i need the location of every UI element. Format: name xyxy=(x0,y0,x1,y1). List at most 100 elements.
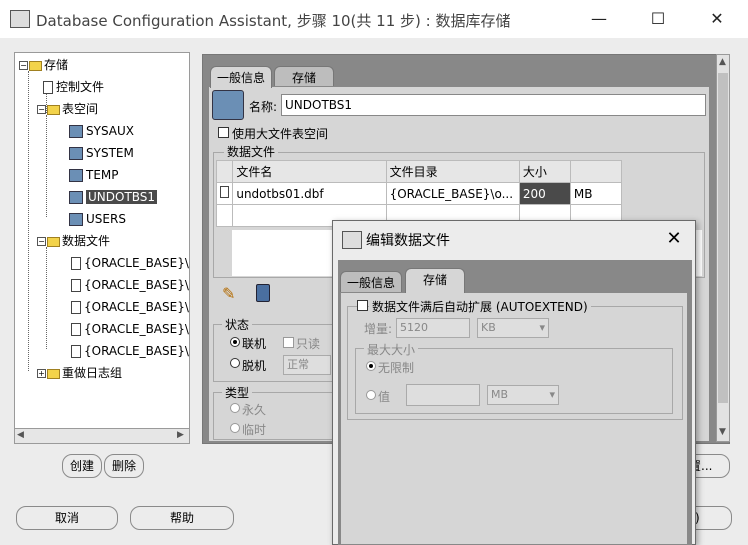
column-header-unit[interactable] xyxy=(569,160,623,183)
cell-filename[interactable]: undotbs01.dbf xyxy=(232,182,387,205)
value-radio[interactable] xyxy=(366,390,376,400)
column-header-filename[interactable]: 文件名 xyxy=(232,160,387,183)
tree-node-control-files[interactable]: 控制文件 xyxy=(43,77,104,97)
folder-icon xyxy=(47,368,60,379)
cancel-button[interactable]: 取消 xyxy=(16,506,118,530)
increment-unit-select[interactable]: KB xyxy=(477,318,549,338)
folder-icon xyxy=(47,104,60,115)
folder-icon xyxy=(47,236,60,247)
collapse-icon[interactable]: − xyxy=(37,237,46,246)
row-header xyxy=(215,182,234,205)
dialog-tab-general[interactable]: 一般信息 xyxy=(340,271,402,293)
maxsize-label: 最大大小 xyxy=(364,341,419,358)
tree-node-datafile[interactable]: {ORACLE_BASE}\o xyxy=(71,319,189,339)
cell-directory[interactable]: {ORACLE_BASE}\o... xyxy=(385,182,520,205)
delete-button[interactable]: 删除 xyxy=(104,454,144,478)
tree-node-datafile[interactable]: {ORACLE_BASE}\o xyxy=(71,275,189,295)
document-icon xyxy=(71,323,81,336)
tree-node-tablespace[interactable]: USERS xyxy=(69,209,126,229)
name-input[interactable]: UNDOTBS1 xyxy=(281,94,706,116)
tablespace-icon xyxy=(69,213,83,226)
minimize-button[interactable]: — xyxy=(584,8,614,30)
dialog-title: 编辑数据文件 xyxy=(366,233,450,249)
autoextend-checkbox[interactable] xyxy=(357,300,368,311)
create-button[interactable]: 创建 xyxy=(62,454,102,478)
tree-node-storage[interactable]: − 存储 xyxy=(19,55,68,75)
document-icon xyxy=(71,345,81,358)
maxsize-unit-select[interactable]: MB xyxy=(487,385,559,405)
bigfile-label: 使用大文件表空间 xyxy=(232,127,329,141)
folder-icon xyxy=(29,60,42,71)
name-label: 名称: xyxy=(249,100,278,114)
tree-horizontal-scrollbar[interactable]: ◀ ▶ xyxy=(14,428,190,444)
tree-node-tablespace[interactable]: SYSAUX xyxy=(69,121,134,141)
tree-node-datafile[interactable]: {ORACLE_BASE}\o xyxy=(71,253,189,273)
online-radio[interactable] xyxy=(230,337,240,347)
online-label: 联机 xyxy=(242,337,267,351)
tab-storage[interactable]: 存储 xyxy=(274,66,334,88)
cell-size[interactable]: 200 xyxy=(518,182,571,205)
tree-node-datafiles[interactable]: − 数据文件 xyxy=(37,231,110,251)
autoextend-label: 数据文件满后自动扩展 (AUTOEXTEND) xyxy=(369,298,591,315)
tablespace-icon xyxy=(69,147,83,160)
tablespace-icon xyxy=(69,169,83,182)
dialog-close-button[interactable]: ✕ xyxy=(664,228,684,249)
tablespace-large-icon xyxy=(212,90,244,120)
dialog-app-icon xyxy=(342,231,362,249)
tree-node-tablespaces[interactable]: − 表空间 xyxy=(37,99,98,119)
document-icon xyxy=(71,301,81,314)
datafile-section-label: 数据文件 xyxy=(224,143,279,160)
column-header-directory[interactable]: 文件目录 xyxy=(385,160,520,183)
increment-label: 增量: xyxy=(364,322,393,336)
datafile-table[interactable]: 文件名 文件目录 大小 undotbs01.dbf {ORACLE_BASE}\… xyxy=(215,160,623,227)
scroll-down-icon[interactable]: ▼ xyxy=(719,427,726,437)
scroll-left-icon[interactable]: ◀ xyxy=(17,430,24,440)
tree-node-datafile[interactable]: {ORACLE_BASE}\o xyxy=(71,297,189,317)
tree-node-tablespace-selected[interactable]: UNDOTBS1 xyxy=(69,187,158,207)
bigfile-checkbox[interactable] xyxy=(218,127,229,138)
document-icon xyxy=(220,186,229,198)
increment-input[interactable]: 5120 xyxy=(396,318,470,338)
maxsize-value-input[interactable] xyxy=(406,384,480,406)
offline-mode-select[interactable]: 正常 xyxy=(283,355,331,375)
temporary-label: 临时 xyxy=(242,423,267,437)
document-icon xyxy=(43,81,53,94)
scroll-thumb[interactable] xyxy=(718,73,728,403)
trash-icon[interactable] xyxy=(256,284,270,302)
unlimited-label: 无限制 xyxy=(378,361,415,375)
maximize-button[interactable]: ☐ xyxy=(643,8,673,30)
cell-unit[interactable]: MB xyxy=(569,182,623,205)
window-title: Database Configuration Assistant, 步骤 10(… xyxy=(36,12,511,30)
readonly-label: 只读 xyxy=(296,337,321,351)
expand-icon[interactable]: + xyxy=(37,369,46,378)
dialog-tab-storage[interactable]: 存储 xyxy=(405,268,465,293)
permanent-radio[interactable] xyxy=(230,403,240,413)
pencil-icon[interactable]: ✎ xyxy=(222,284,235,303)
offline-radio[interactable] xyxy=(230,358,240,368)
status-label: 状态 xyxy=(222,316,253,333)
temporary-radio[interactable] xyxy=(230,423,240,433)
scroll-up-icon[interactable]: ▲ xyxy=(719,57,726,67)
panel-vertical-scrollbar[interactable]: ▲ ▼ xyxy=(716,54,730,442)
help-button[interactable]: 帮助 xyxy=(130,506,234,530)
table-row[interactable]: undotbs01.dbf {ORACLE_BASE}\o... 200 MB xyxy=(215,182,623,205)
document-icon xyxy=(71,257,81,270)
tablespace-icon xyxy=(69,191,83,204)
tab-general[interactable]: 一般信息 xyxy=(210,66,272,88)
value-label: 值 xyxy=(378,390,391,404)
close-button[interactable]: ✕ xyxy=(702,8,732,30)
collapse-icon[interactable]: − xyxy=(19,61,28,70)
collapse-icon[interactable]: − xyxy=(37,105,46,114)
tree-node-datafile[interactable]: {ORACLE_BASE}\o xyxy=(71,341,189,361)
scroll-right-icon[interactable]: ▶ xyxy=(177,430,184,440)
table-corner xyxy=(215,160,234,183)
tree-node-tablespace[interactable]: SYSTEM xyxy=(69,143,134,163)
type-label: 类型 xyxy=(222,384,253,401)
storage-tree[interactable]: − 存储 控制文件 − 表空间 SYSAUX SYSTEM TEMP UNDOTBS… xyxy=(14,52,190,444)
tree-node-redo-groups[interactable]: + 重做日志组 xyxy=(37,363,122,383)
unlimited-radio[interactable] xyxy=(366,361,376,371)
column-header-size[interactable]: 大小 xyxy=(518,160,571,183)
readonly-checkbox[interactable] xyxy=(283,337,294,348)
tree-node-tablespace[interactable]: TEMP xyxy=(69,165,119,185)
app-icon xyxy=(10,10,30,28)
